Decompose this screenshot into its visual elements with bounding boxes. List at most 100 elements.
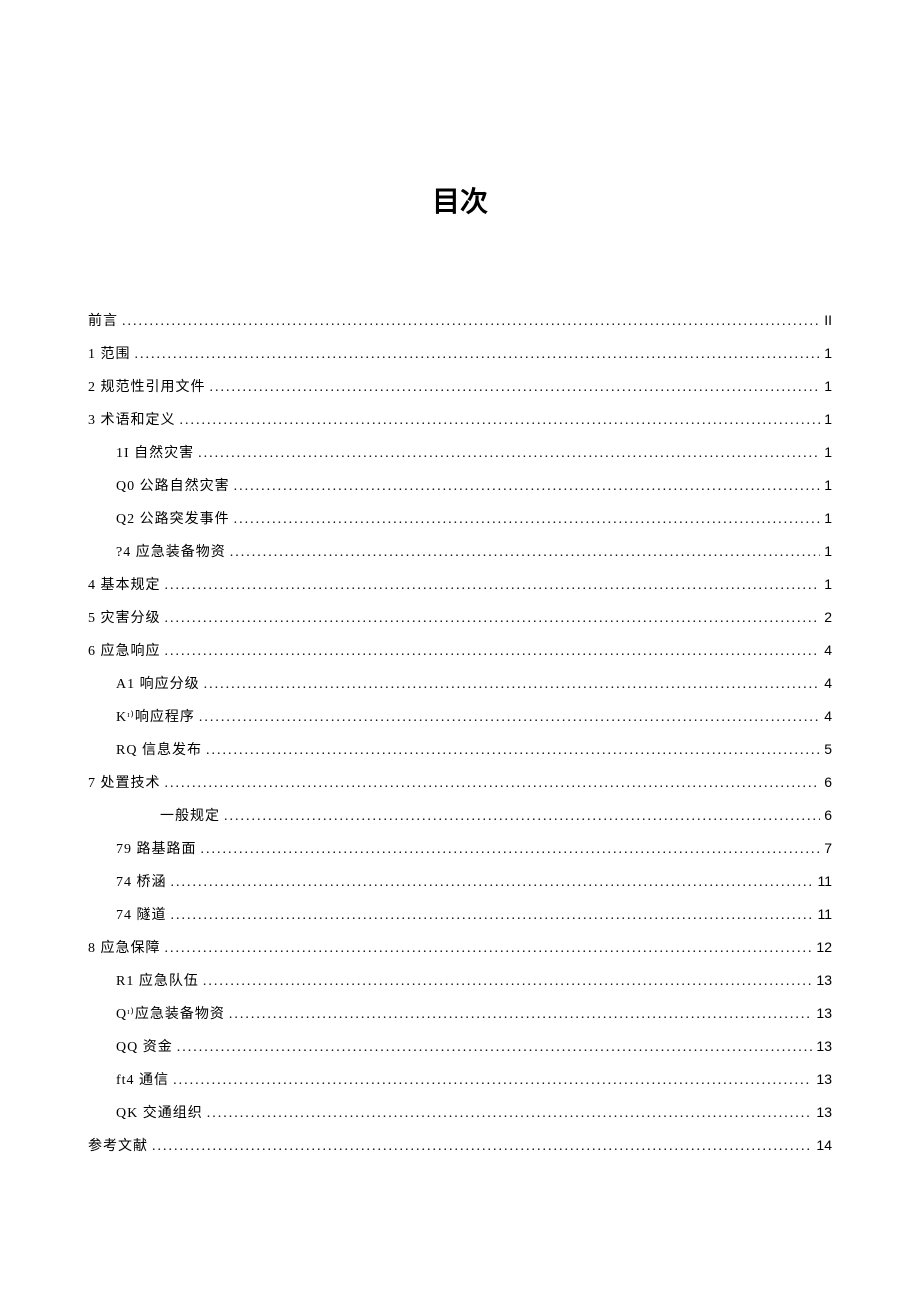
toc-entry-page: 1 — [824, 508, 832, 529]
toc-leader-dots — [165, 575, 821, 596]
toc-leader-dots — [180, 410, 821, 431]
toc-entry-page: 14 — [816, 1135, 832, 1156]
toc-entry: 3 术语和定义 1 — [88, 409, 832, 431]
toc-entry-page: 1 — [824, 409, 832, 430]
toc-entry-label: QQ 资金 — [116, 1037, 173, 1058]
toc-entry-page: II — [824, 310, 832, 331]
toc-entry-page: 1 — [824, 475, 832, 496]
toc-entry-page: 1 — [824, 574, 832, 595]
toc-entry-label: QK 交通组织 — [116, 1103, 203, 1124]
toc-entry: 74 桥涵 11 — [88, 871, 832, 893]
toc-entry: 4 基本规定 1 — [88, 574, 832, 596]
toc-entry-page: 4 — [824, 640, 832, 661]
toc-entry: Qᶦ⁾应急装备物资 13 — [88, 1003, 832, 1025]
toc-entry: QQ 资金 13 — [88, 1036, 832, 1058]
toc-entry-label: ft4 通信 — [116, 1070, 169, 1091]
toc-entry: 1 范围 1 — [88, 343, 832, 365]
toc-entry: 2 规范性引用文件 1 — [88, 376, 832, 398]
toc-entry-label: 74 隧道 — [116, 905, 167, 926]
toc-entry-page: 4 — [824, 673, 832, 694]
toc-entry-label: 79 路基路面 — [116, 839, 197, 860]
toc-entry: ft4 通信13 — [88, 1069, 832, 1091]
toc-entry: 7 处置技术 6 — [88, 772, 832, 794]
toc-entry-label: 4 基本规定 — [88, 575, 161, 596]
toc-entry-label: 1I 自然灾害 — [116, 443, 194, 464]
toc-entry-page: 11 — [817, 871, 832, 892]
toc-entry-page: 7 — [824, 838, 832, 859]
toc-entry: RQ 信息发布 5 — [88, 739, 832, 761]
toc-entry-label: 参考文献 — [88, 1136, 148, 1157]
toc-entry-label: 2 规范性引用文件 — [88, 377, 206, 398]
toc-entry-page: 6 — [824, 772, 832, 793]
toc-leader-dots — [122, 311, 820, 332]
toc-entry: 一般规定 6 — [88, 805, 832, 827]
toc-entry-label: Kᶦ⁾响应程序 — [116, 707, 195, 728]
toc-leader-dots — [177, 1037, 813, 1058]
toc-entry: 参考文献 14 — [88, 1135, 832, 1157]
toc-entry-label: 5 灾害分级 — [88, 608, 161, 629]
toc-entry-page: 13 — [816, 1036, 832, 1057]
toc-leader-dots — [165, 608, 821, 629]
toc-leader-dots — [207, 1103, 813, 1124]
toc-entry: A1 响应分级4 — [88, 673, 832, 695]
toc-leader-dots — [234, 509, 821, 530]
toc-entry: Kᶦ⁾响应程序 4 — [88, 706, 832, 728]
toc-entry-page: 11 — [817, 904, 832, 925]
toc-entry: 79 路基路面 7 — [88, 838, 832, 860]
toc-leader-dots — [210, 377, 821, 398]
page-title: 目次 — [88, 180, 832, 220]
toc-leader-dots — [135, 344, 821, 365]
toc-leader-dots — [203, 971, 813, 992]
toc-entry-page: 1 — [824, 376, 832, 397]
toc-entry: QK 交通组织 13 — [88, 1102, 832, 1124]
toc-entry-label: 8 应急保障 — [88, 938, 161, 959]
toc-entry-page: 6 — [824, 805, 832, 826]
toc-leader-dots — [152, 1136, 812, 1157]
toc-leader-dots — [234, 476, 821, 497]
toc-entry-page: 1 — [824, 343, 832, 364]
toc-entry: Q0 公路自然灾害1 — [88, 475, 832, 497]
toc-entry: 74 隧道 11 — [88, 904, 832, 926]
toc-entry: 1I 自然灾害 1 — [88, 442, 832, 464]
toc-entry-label: ?4 应急装备物资 — [116, 542, 226, 563]
toc-leader-dots — [165, 938, 813, 959]
toc-entry-page: 13 — [816, 970, 832, 991]
toc-entry: R1 应急队伍 13 — [88, 970, 832, 992]
toc-leader-dots — [198, 443, 820, 464]
toc-leader-dots — [165, 773, 821, 794]
toc-leader-dots — [171, 872, 814, 893]
toc-entry-label: 前言 — [88, 311, 118, 332]
toc-entry: 8 应急保障 12 — [88, 937, 832, 959]
toc-leader-dots — [201, 839, 821, 860]
toc-entry-page: 5 — [824, 739, 832, 760]
toc-entry-page: 4 — [824, 706, 832, 727]
table-of-contents: 前言II1 范围12 规范性引用文件13 术语和定义11I 自然灾害1Q0 公路… — [88, 310, 832, 1157]
toc-leader-dots — [204, 674, 821, 695]
toc-entry-page: 12 — [816, 937, 832, 958]
toc-entry-page: 2 — [824, 607, 832, 628]
toc-entry-label: Qᶦ⁾应急装备物资 — [116, 1004, 225, 1025]
toc-leader-dots — [173, 1070, 812, 1091]
toc-entry-label: 7 处置技术 — [88, 773, 161, 794]
toc-leader-dots — [199, 707, 820, 728]
toc-entry-label: 3 术语和定义 — [88, 410, 176, 431]
toc-entry-label: Q2 公路突发事件 — [116, 509, 230, 530]
toc-leader-dots — [224, 806, 820, 827]
toc-entry-label: 一般规定 — [160, 806, 220, 827]
toc-entry-label: R1 应急队伍 — [116, 971, 199, 992]
toc-entry-page: 13 — [816, 1102, 832, 1123]
toc-entry: Q2 公路突发事件 1 — [88, 508, 832, 530]
toc-entry-label: RQ 信息发布 — [116, 740, 202, 761]
toc-leader-dots — [230, 542, 820, 563]
toc-leader-dots — [171, 905, 814, 926]
toc-entry: 前言 II — [88, 310, 832, 332]
toc-leader-dots — [165, 641, 821, 662]
toc-entry-page: 1 — [824, 442, 832, 463]
toc-entry-label: 6 应急响应 — [88, 641, 161, 662]
toc-entry: ?4 应急装备物资1 — [88, 541, 832, 563]
toc-entry-page: 13 — [816, 1003, 832, 1024]
toc-entry-label: 1 范围 — [88, 344, 131, 365]
toc-leader-dots — [206, 740, 820, 761]
toc-entry: 6 应急响应 4 — [88, 640, 832, 662]
toc-entry-label: 74 桥涵 — [116, 872, 167, 893]
